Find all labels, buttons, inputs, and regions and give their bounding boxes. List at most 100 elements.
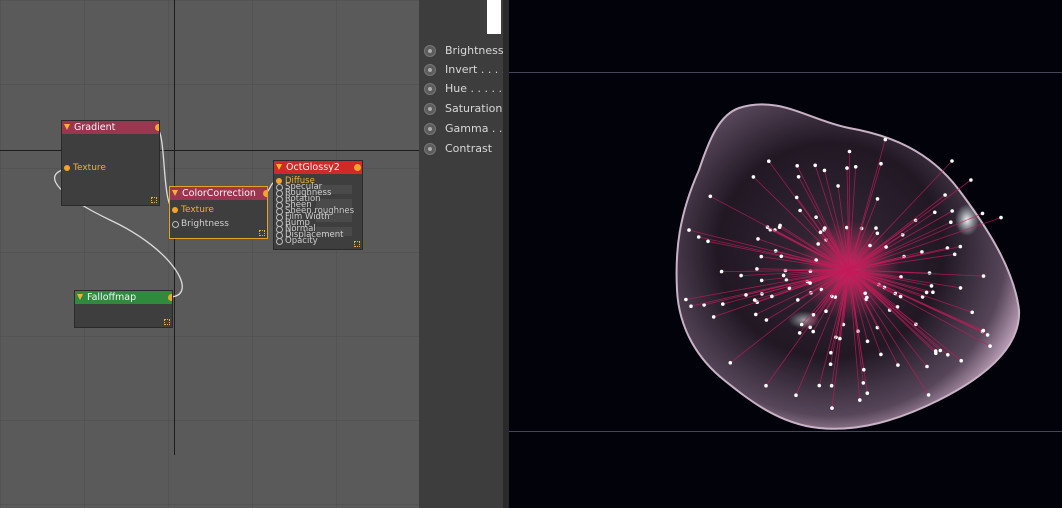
port-dot-icon[interactable]	[172, 207, 178, 213]
resize-handle-icon[interactable]	[164, 319, 170, 325]
node-header-falloffmap[interactable]: Falloffmap	[75, 291, 172, 304]
output-port-falloffmap[interactable]	[168, 294, 172, 301]
attr-label: Gamma . .	[445, 122, 503, 135]
strand-tip	[861, 381, 866, 385]
strand-tip	[933, 210, 937, 215]
strand-tip	[830, 406, 834, 410]
strand-tip	[862, 367, 866, 372]
port-dot-icon[interactable]	[64, 165, 70, 171]
strand-tip	[824, 309, 828, 314]
radio-icon[interactable]	[424, 103, 436, 115]
strand-tip	[719, 269, 724, 274]
output-port-gradient[interactable]	[155, 124, 159, 131]
strand-tip	[696, 235, 701, 239]
strand-tip	[739, 273, 743, 278]
strand-tip	[828, 362, 833, 367]
strand-tip	[822, 168, 827, 173]
strand-tip	[808, 281, 812, 285]
node-editor[interactable]: Gradient Texture ColorCorrection Texture…	[0, 0, 419, 508]
strand-tip	[823, 226, 827, 230]
output-port-colorcorrection[interactable]	[263, 190, 267, 197]
strand-tip	[875, 231, 880, 236]
strand-tip	[754, 312, 758, 317]
collapse-triangle-icon[interactable]	[64, 124, 70, 130]
attr-label: Brightness	[445, 44, 504, 57]
strand-tip	[858, 398, 862, 402]
port-label: Brightness	[181, 219, 229, 229]
strand-tip	[865, 295, 869, 300]
strand-tip	[925, 364, 929, 369]
collapse-triangle-icon[interactable]	[77, 294, 83, 300]
node-colorcorrection[interactable]: ColorCorrection Texture Brightness	[169, 186, 268, 239]
collapse-triangle-icon[interactable]	[172, 190, 178, 196]
strand-tip	[981, 274, 986, 278]
strand-tip	[898, 294, 903, 299]
strand-tip	[946, 353, 950, 357]
attr-saturation[interactable]: Saturation	[424, 101, 504, 117]
port-label: Texture	[181, 205, 214, 215]
node-title-gradient: Gradient	[74, 122, 116, 133]
attr-contrast[interactable]: Contrast	[424, 141, 504, 157]
port-dot-icon[interactable]	[276, 238, 283, 245]
strand-tip	[796, 175, 801, 179]
strand-tip	[797, 331, 802, 335]
strand-tip	[980, 211, 985, 216]
strand-tip	[959, 358, 963, 363]
strand-tip	[706, 239, 710, 244]
strand-tip	[929, 284, 934, 288]
node-wires	[54, 126, 280, 298]
strand-tip	[924, 290, 929, 295]
strand-tip	[950, 159, 954, 163]
node-header-octglossy2[interactable]: OctGlossy2	[274, 161, 362, 174]
resize-handle-icon[interactable]	[259, 230, 265, 236]
strand-tip	[938, 348, 943, 353]
node-title-colorcorrection: ColorCorrection	[182, 188, 256, 199]
node-header-colorcorrection[interactable]: ColorCorrection	[170, 187, 267, 200]
node-gradient[interactable]: Gradient Texture	[61, 120, 160, 206]
strand-tip	[931, 290, 935, 295]
port-dot-icon[interactable]	[172, 221, 179, 228]
output-port-octglossy2[interactable]	[354, 164, 361, 171]
attr-label: Invert . . . .	[445, 63, 506, 76]
radio-icon[interactable]	[424, 64, 436, 76]
attr-hue[interactable]: Hue . . . . .	[424, 81, 504, 97]
node-octglossy2[interactable]: OctGlossy2 Diffuse Specular Roughness Ro…	[273, 160, 363, 250]
render-viewport[interactable]	[509, 0, 1062, 508]
strand-tip	[969, 178, 973, 182]
attr-label: Saturation	[445, 102, 503, 115]
node-title-falloffmap: Falloffmap	[87, 292, 137, 303]
attr-brightness[interactable]: Brightness	[424, 43, 504, 59]
attr-gamma[interactable]: Gamma . .	[424, 121, 504, 137]
radio-icon[interactable]	[424, 123, 436, 135]
strand-tip	[838, 336, 842, 341]
collapse-triangle-icon[interactable]	[276, 164, 282, 170]
strand-tip	[817, 383, 822, 388]
strand-tip	[970, 310, 974, 315]
strand-tip	[879, 161, 883, 166]
radio-icon[interactable]	[424, 83, 436, 95]
radio-icon[interactable]	[424, 143, 436, 155]
strand-tip	[767, 159, 771, 163]
color-swatch[interactable]	[487, 0, 501, 34]
strand-tip	[755, 267, 759, 271]
strand-tip	[933, 349, 938, 353]
attr-invert[interactable]: Invert . . . .	[424, 62, 506, 78]
strand-tip	[985, 333, 990, 337]
node-header-gradient[interactable]: Gradient	[62, 121, 159, 134]
strand-tip	[794, 195, 799, 200]
strand-tip	[764, 383, 768, 388]
resize-handle-icon[interactable]	[354, 241, 360, 247]
radio-icon[interactable]	[424, 45, 436, 57]
strand-tip	[865, 339, 870, 344]
strand-tip	[981, 328, 986, 333]
strand-tip	[799, 322, 804, 327]
node-falloffmap[interactable]: Falloffmap	[74, 290, 173, 328]
strand-tip	[896, 363, 900, 367]
strand-tip	[770, 294, 774, 299]
attr-label: Hue . . . . .	[445, 82, 502, 95]
strand-tip	[868, 243, 872, 248]
strand-line	[848, 151, 850, 271]
resize-handle-icon[interactable]	[151, 197, 157, 203]
strand-tip	[764, 318, 769, 322]
strand-tip	[811, 313, 816, 317]
